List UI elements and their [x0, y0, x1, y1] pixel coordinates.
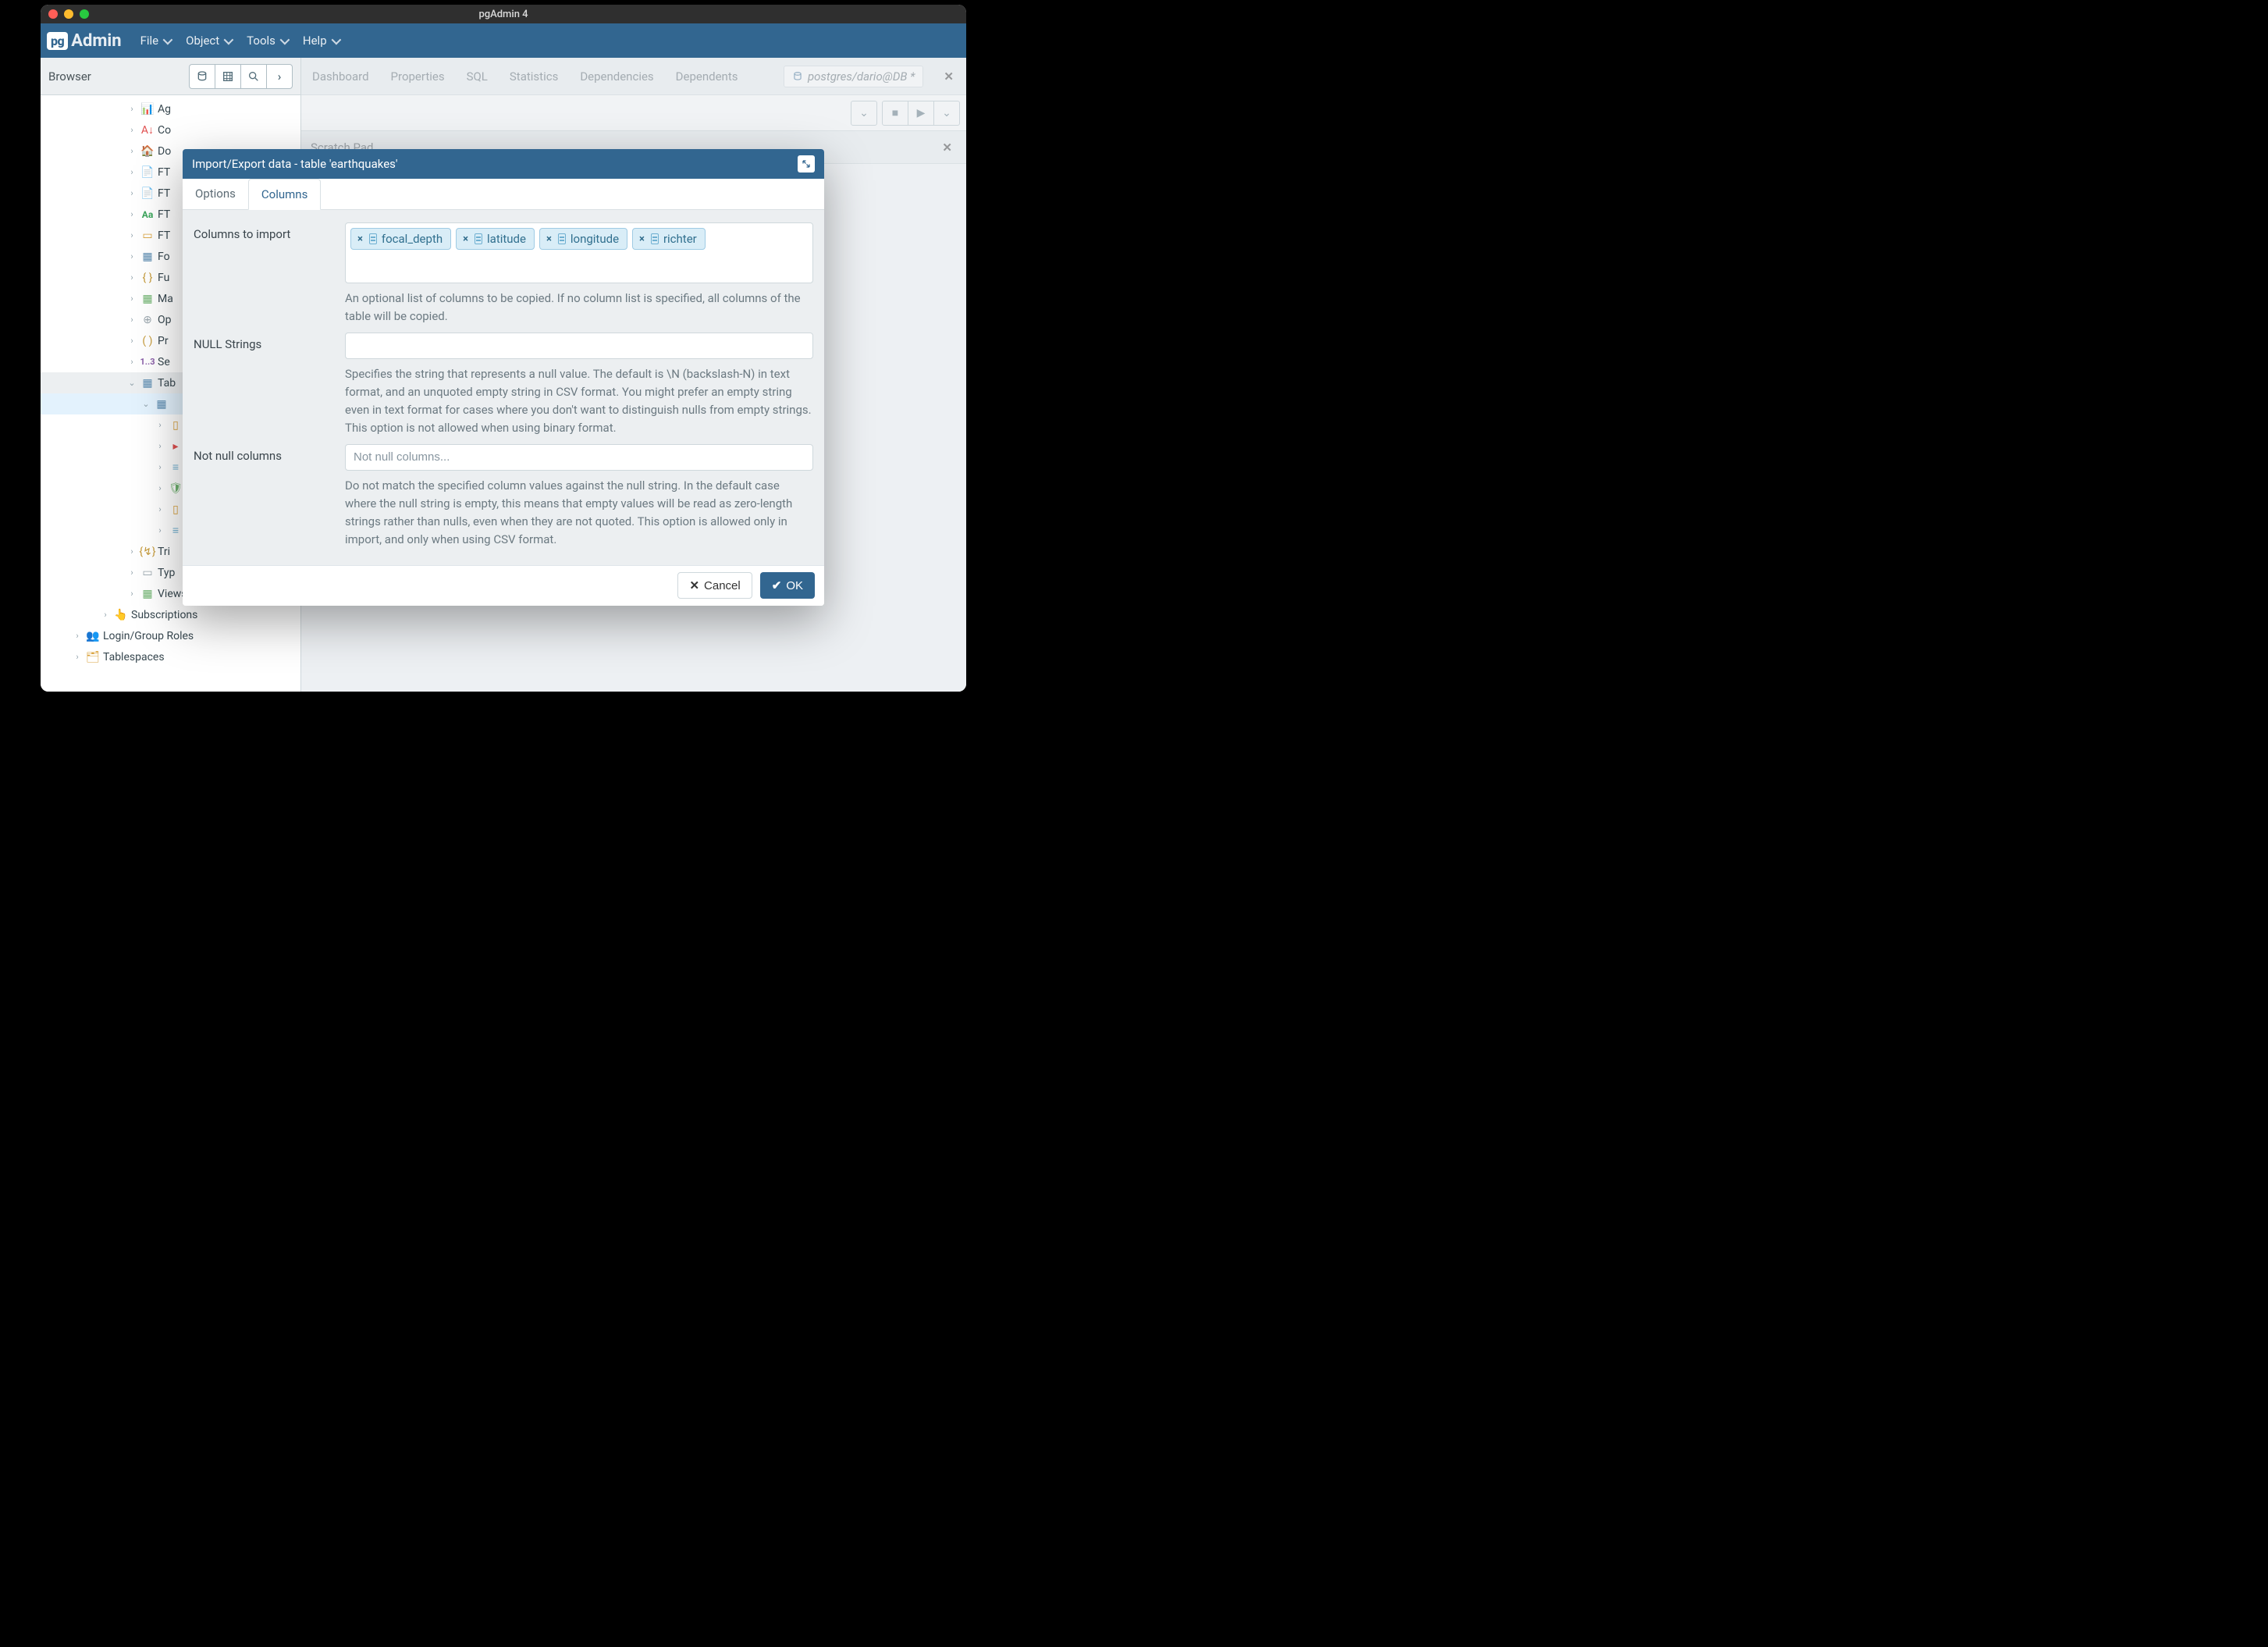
cancel-button[interactable]: ✕ Cancel [677, 572, 752, 599]
tree-item[interactable]: ›📊Ag [41, 98, 300, 119]
app-window: pgAdmin 4 pg Admin File Object Tools Hel… [41, 5, 966, 692]
dialog-body: Columns to import × focal_depth × latitu… [183, 210, 824, 565]
column-icon [651, 233, 659, 244]
label-columns-to-import: Columns to import [194, 222, 334, 241]
fts-config-icon: 📄 [140, 166, 155, 179]
menu-help[interactable]: Help [295, 26, 347, 55]
dialog-tab-options[interactable]: Options [183, 179, 248, 209]
columns-to-import-input[interactable]: × focal_depth × latitude × longit [345, 222, 813, 283]
fts-template-icon: ▭ [140, 229, 155, 242]
menu-tools[interactable]: Tools [239, 26, 295, 55]
fts-dict-icon: 📄 [140, 187, 155, 200]
brand: pg Admin [47, 31, 122, 51]
null-strings-input[interactable] [345, 333, 813, 359]
column-pill[interactable]: × longitude [539, 228, 627, 250]
help-columns: An optional list of columns to be copied… [345, 290, 813, 326]
grid-icon [222, 70, 234, 83]
subscription-icon: 👆 [114, 609, 128, 621]
close-icon: ✕ [689, 578, 699, 592]
brand-name: Admin [71, 31, 121, 51]
column-icon [369, 233, 377, 244]
column-pill[interactable]: × richter [632, 228, 706, 250]
help-notnull: Do not match the specified column values… [345, 477, 813, 550]
tree-item-roles[interactable]: ›👥Login/Group Roles [41, 625, 300, 646]
type-icon: ▭ [140, 567, 155, 579]
foreign-table-icon: ▦ [140, 251, 155, 263]
sidebar-toolbar: › [189, 64, 293, 89]
trigger-icon: {↯} [140, 546, 155, 558]
import-export-dialog: Import/Export data - table 'earthquakes'… [183, 149, 824, 606]
indexes-icon: ≡ [169, 461, 183, 474]
tree-item[interactable]: ›A↓Co [41, 119, 300, 141]
menu-object[interactable]: Object [178, 26, 239, 55]
procedure-icon: ( ) [140, 335, 155, 347]
column-icon [475, 233, 482, 244]
brand-badge: pg [47, 32, 68, 50]
column-icon [558, 233, 566, 244]
triggers-row-icon: ≡ [169, 524, 183, 537]
remove-pill-icon[interactable]: × [463, 233, 470, 245]
menubar: pg Admin File Object Tools Help [41, 23, 966, 58]
help-null: Specifies the string that represents a n… [345, 365, 813, 438]
tree-item-subscriptions[interactable]: ›👆Subscriptions [41, 604, 300, 625]
sidebar-title: Browser [48, 69, 91, 84]
remove-pill-icon[interactable]: × [546, 233, 553, 245]
column-pill[interactable]: × focal_depth [350, 228, 451, 250]
menu-file[interactable]: File [133, 26, 179, 55]
tablespace-icon: 🗂 [86, 651, 100, 663]
expand-icon [802, 159, 811, 169]
table-icon: ▦ [140, 377, 155, 390]
sidebar-btn-3[interactable] [240, 64, 267, 89]
constraints-icon: ▸ [169, 440, 183, 453]
domain-icon: 🏠 [140, 145, 155, 158]
chevron-right-icon: › [278, 69, 282, 84]
window-title: pgAdmin 4 [41, 9, 966, 20]
dialog-tab-columns[interactable]: Columns [248, 179, 321, 210]
sequence-icon: 1..3 [140, 357, 155, 367]
database-icon [196, 70, 208, 83]
sidebar-btn-1[interactable] [189, 64, 215, 89]
rules-icon: ▯ [169, 503, 183, 516]
rls-icon: 🛡 [169, 482, 183, 495]
titlebar: pgAdmin 4 [41, 5, 966, 23]
dialog-tabs: Options Columns [183, 179, 824, 210]
dialog-footer: ✕ Cancel ✔ OK [183, 565, 824, 606]
remove-pill-icon[interactable]: × [357, 233, 364, 245]
columns-icon: ▯ [169, 419, 183, 432]
mview-icon: ▦ [140, 293, 155, 305]
label-null-strings: NULL Strings [194, 333, 334, 351]
not-null-columns-input[interactable] [345, 444, 813, 471]
aggregate-icon: 📊 [140, 103, 155, 116]
sidebar-btn-2[interactable] [215, 64, 241, 89]
table-icon: ▦ [155, 398, 169, 411]
fts-parser-icon: Aa [140, 209, 155, 220]
dialog-title: Import/Export data - table 'earthquakes' [192, 157, 398, 171]
ok-button[interactable]: ✔ OK [760, 572, 815, 599]
collation-icon: A↓ [140, 123, 155, 137]
remove-pill-icon[interactable]: × [639, 233, 646, 245]
main-area: Browser › ›📊Ag [41, 58, 966, 692]
sidebar-header: Browser › [41, 58, 300, 95]
search-icon [247, 70, 260, 83]
column-pill[interactable]: × latitude [456, 228, 535, 250]
operator-icon: ⊕ [140, 314, 155, 326]
check-icon: ✔ [772, 578, 782, 592]
dialog-header: Import/Export data - table 'earthquakes' [183, 149, 824, 179]
dialog-expand-button[interactable] [798, 155, 815, 173]
sidebar-btn-4[interactable]: › [266, 64, 293, 89]
roles-icon: 👥 [86, 630, 100, 642]
function-icon: { } [140, 272, 155, 284]
label-not-null-columns: Not null columns [194, 444, 334, 463]
view-icon: ▦ [140, 588, 155, 600]
tree-item-tablespaces[interactable]: ›🗂Tablespaces [41, 646, 300, 667]
